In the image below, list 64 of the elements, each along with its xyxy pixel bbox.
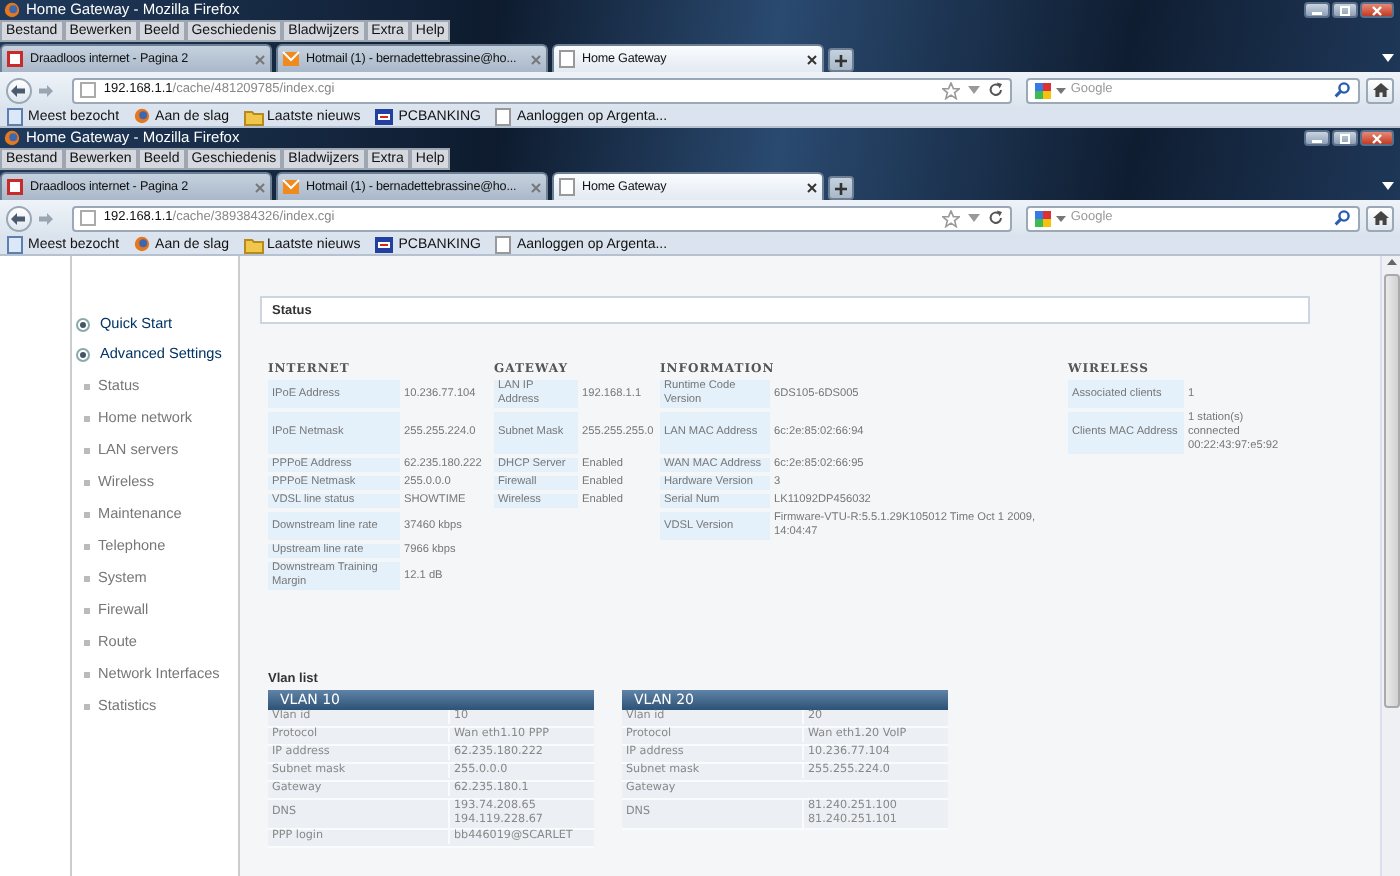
home-button[interactable] — [1366, 77, 1394, 103]
globe-icon — [133, 108, 152, 126]
globe-icon — [133, 236, 152, 254]
minimize-button[interactable] — [1304, 2, 1330, 18]
search-engine-icon — [1034, 81, 1053, 99]
home-icon — [1371, 82, 1390, 98]
caret-icon — [1056, 87, 1067, 93]
maximize-button[interactable] — [1332, 2, 1358, 18]
minimize-button[interactable] — [1304, 130, 1330, 146]
bullet-icon — [84, 479, 90, 486]
search-icon[interactable] — [1334, 82, 1351, 98]
caret-icon[interactable] — [1382, 182, 1394, 190]
close-button[interactable] — [1360, 130, 1394, 146]
back-button[interactable] — [6, 205, 32, 231]
bullet-icon — [84, 383, 90, 390]
caret-icon[interactable] — [1382, 54, 1394, 62]
close-icon — [1370, 5, 1384, 15]
home-button[interactable] — [1366, 205, 1394, 231]
new-tab-button[interactable] — [828, 48, 854, 72]
envelope-icon — [282, 178, 300, 196]
maximize-icon — [1338, 5, 1352, 15]
page-icon — [6, 50, 24, 68]
bullet-icon — [84, 543, 90, 550]
bullet-icon — [84, 511, 90, 518]
scrollbar[interactable] — [1380, 256, 1400, 876]
page-icon — [6, 178, 24, 196]
search-icon[interactable] — [1334, 210, 1351, 226]
back-arrow-icon — [10, 211, 27, 225]
maximize-button[interactable] — [1332, 130, 1358, 146]
close-icon[interactable] — [806, 53, 818, 65]
close-icon[interactable] — [806, 181, 818, 193]
star-icon[interactable] — [942, 209, 961, 227]
bullet-icon — [84, 447, 90, 454]
home-icon — [1371, 210, 1390, 226]
bullet-icon — [84, 415, 90, 422]
close-icon — [1370, 133, 1384, 143]
firefox-logo-icon — [4, 130, 20, 146]
bullet-icon — [84, 671, 90, 678]
scrollbar-thumb[interactable] — [1383, 274, 1399, 708]
bullet-icon — [84, 703, 90, 710]
bank-logo-icon — [374, 108, 395, 126]
page-icon — [558, 178, 576, 196]
search-engine-icon — [1034, 209, 1053, 227]
page-icon — [558, 50, 576, 68]
star-icon[interactable] — [942, 81, 961, 99]
reload-icon[interactable] — [988, 210, 1005, 226]
page-icon — [494, 108, 513, 126]
page-icon — [79, 82, 96, 98]
firefox-logo-icon — [4, 2, 20, 18]
plus-icon — [834, 53, 848, 67]
maximize-icon — [1338, 133, 1352, 143]
bullet-icon — [84, 607, 90, 614]
envelope-icon — [282, 50, 300, 68]
reload-icon[interactable] — [988, 82, 1005, 98]
up-arrow-icon — [1385, 256, 1397, 268]
back-button[interactable] — [6, 77, 32, 103]
new-tab-button[interactable] — [828, 176, 854, 200]
caret-icon — [1056, 215, 1067, 221]
plus-icon — [834, 181, 848, 195]
close-button[interactable] — [1360, 2, 1394, 18]
bullet-icon — [84, 575, 90, 582]
page-icon — [79, 210, 96, 226]
bullet-icon — [84, 639, 90, 646]
back-arrow-icon — [10, 83, 27, 97]
